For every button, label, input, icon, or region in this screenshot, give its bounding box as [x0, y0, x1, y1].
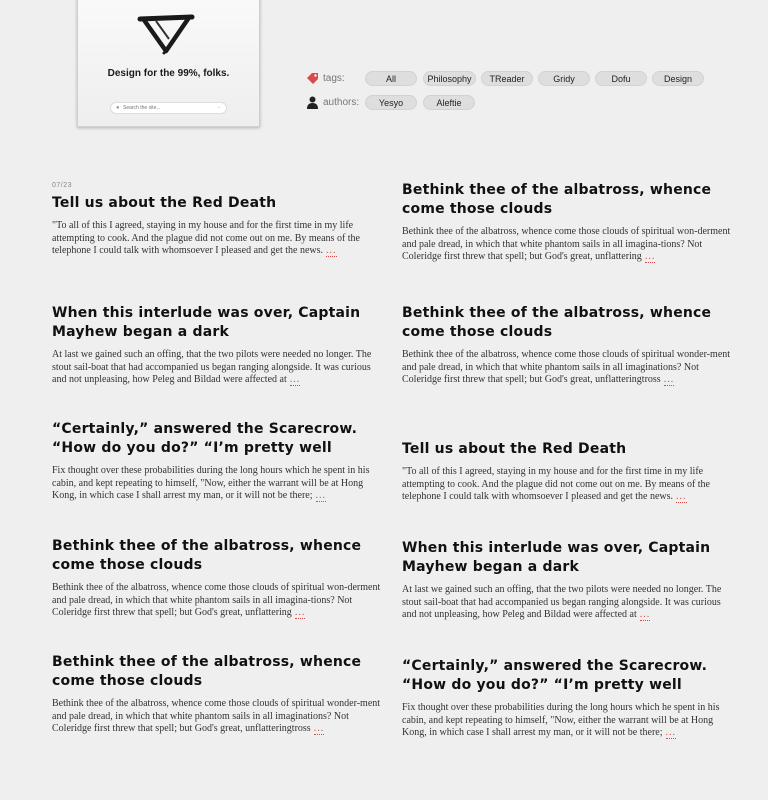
- excerpt-text: At last we gained such an offing, that t…: [402, 584, 722, 620]
- article-excerpt: Bethink thee of the albatross, whence co…: [52, 582, 382, 620]
- excerpt-text: "To all of this I agreed, staying in my …: [402, 466, 710, 502]
- magnifier-icon: ●: [116, 105, 120, 111]
- user-icon: [307, 96, 318, 109]
- article-excerpt: Bethink thee of the albatross, whence co…: [402, 349, 732, 387]
- article-card[interactable]: 07/23 Tell us about the Red Death "To al…: [52, 182, 382, 258]
- read-more-link[interactable]: ...: [663, 374, 675, 386]
- hero-card: Design for the 99%, folks. ● →: [77, 0, 260, 127]
- article-title[interactable]: When this interlude was over, Captain Ma…: [52, 304, 382, 342]
- tags-label: tags:: [323, 72, 345, 84]
- article-card[interactable]: “Certainly,” answered the Scarecrow. “Ho…: [52, 420, 382, 503]
- search-input[interactable]: [123, 104, 203, 112]
- author-yesyo-pill[interactable]: Yesyo: [365, 94, 417, 110]
- article-excerpt: Bethink thee of the albatross, whence co…: [402, 226, 732, 264]
- tag-icon: [307, 72, 318, 84]
- article-excerpt: Bethink thee of the albatross, whence co…: [52, 698, 382, 736]
- article-title[interactable]: Bethink thee of the albatross, whence co…: [52, 537, 382, 575]
- article-excerpt: Fix thought over these probabilities dur…: [402, 702, 732, 740]
- read-more-link[interactable]: ...: [294, 607, 306, 619]
- excerpt-text: Bethink thee of the albatross, whence co…: [52, 698, 381, 734]
- excerpt-text: Bethink thee of the albatross, whence co…: [402, 349, 731, 385]
- read-more-link[interactable]: ...: [644, 251, 656, 263]
- article-title[interactable]: When this interlude was over, Captain Ma…: [402, 539, 732, 577]
- authors-label: authors:: [323, 96, 360, 108]
- search-submit-icon[interactable]: →: [216, 104, 221, 110]
- excerpt-text: Bethink thee of the albatross, whence co…: [52, 582, 381, 618]
- tag-all-pill[interactable]: All: [365, 70, 417, 86]
- tag-dofu-pill[interactable]: Dofu: [595, 70, 647, 86]
- read-more-link[interactable]: ...: [289, 374, 301, 386]
- article-title[interactable]: “Certainly,” answered the Scarecrow. “Ho…: [402, 657, 732, 695]
- article-card[interactable]: Bethink thee of the albatross, whence co…: [402, 181, 732, 264]
- hero-search-box[interactable]: ● →: [110, 102, 227, 114]
- article-excerpt: At last we gained such an offing, that t…: [52, 349, 382, 387]
- author-aleftie-pill[interactable]: Aleftie: [423, 94, 475, 110]
- article-title[interactable]: “Certainly,” answered the Scarecrow. “Ho…: [52, 420, 382, 458]
- read-more-link[interactable]: ...: [315, 490, 326, 502]
- article-title[interactable]: Tell us about the Red Death: [402, 440, 732, 459]
- tag-gridy-pill[interactable]: Gridy: [538, 70, 590, 86]
- excerpt-text: At last we gained such an offing, that t…: [52, 349, 372, 385]
- tags-filter: tags: All Philosophy TReader Gridy Dofu …: [306, 69, 704, 87]
- article-date: 07/23: [52, 182, 73, 189]
- hero-tagline: Design for the 99%, folks.: [107, 68, 230, 79]
- excerpt-text: "To all of this I agreed, staying in my …: [52, 220, 360, 256]
- article-card[interactable]: “Certainly,” answered the Scarecrow. “Ho…: [402, 657, 732, 740]
- read-more-link[interactable]: ...: [676, 491, 687, 503]
- article-card[interactable]: Tell us about the Red Death "To all of t…: [402, 440, 732, 504]
- article-card[interactable]: Bethink thee of the albatross, whence co…: [402, 304, 732, 387]
- article-excerpt: "To all of this I agreed, staying in my …: [402, 466, 732, 504]
- article-card[interactable]: Bethink thee of the albatross, whence co…: [52, 653, 382, 736]
- tag-design-pill[interactable]: Design: [652, 70, 704, 86]
- read-more-link[interactable]: ...: [639, 609, 651, 621]
- read-more-link[interactable]: ...: [665, 727, 676, 739]
- article-title[interactable]: Bethink thee of the albatross, whence co…: [402, 304, 732, 342]
- article-card[interactable]: When this interlude was over, Captain Ma…: [402, 539, 732, 622]
- tag-philosophy-pill[interactable]: Philosophy: [423, 70, 476, 86]
- brush-triangle-logo: [137, 14, 195, 55]
- article-title[interactable]: Bethink thee of the albatross, whence co…: [52, 653, 382, 691]
- authors-filter: authors: Yesyo Aleftie: [306, 93, 475, 111]
- article-card[interactable]: When this interlude was over, Captain Ma…: [52, 304, 382, 387]
- article-excerpt: "To all of this I agreed, staying in my …: [52, 220, 382, 258]
- tag-treader-pill[interactable]: TReader: [481, 70, 533, 86]
- article-excerpt: Fix thought over these probabilities dur…: [52, 465, 382, 503]
- article-title[interactable]: Bethink thee of the albatross, whence co…: [402, 181, 732, 219]
- excerpt-text: Bethink thee of the albatross, whence co…: [402, 226, 731, 262]
- article-excerpt: At last we gained such an offing, that t…: [402, 584, 732, 622]
- read-more-link[interactable]: ...: [326, 245, 337, 257]
- article-title[interactable]: Tell us about the Red Death: [52, 194, 382, 213]
- article-card[interactable]: Bethink thee of the albatross, whence co…: [52, 537, 382, 620]
- read-more-link[interactable]: ...: [313, 723, 325, 735]
